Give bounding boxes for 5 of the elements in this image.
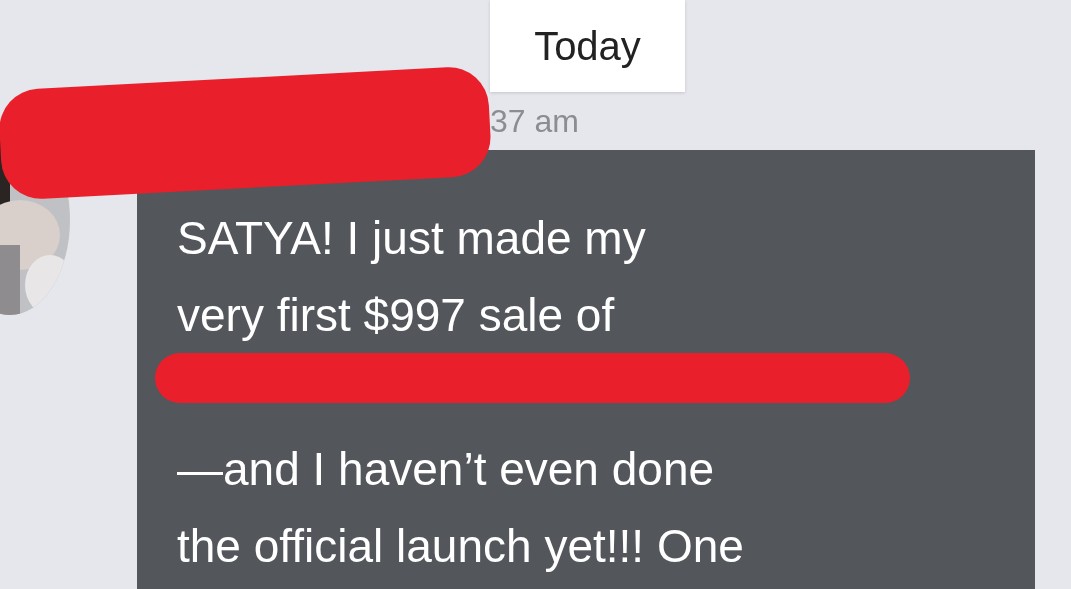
message-text: —and I haven’t even done (177, 442, 716, 497)
message-time: 37 am (490, 102, 579, 140)
message-text: SATYA! I just made my (177, 211, 647, 266)
message-text: very first $997 sale of (177, 288, 616, 343)
message-text: the official launch yet!!! One (177, 519, 745, 574)
